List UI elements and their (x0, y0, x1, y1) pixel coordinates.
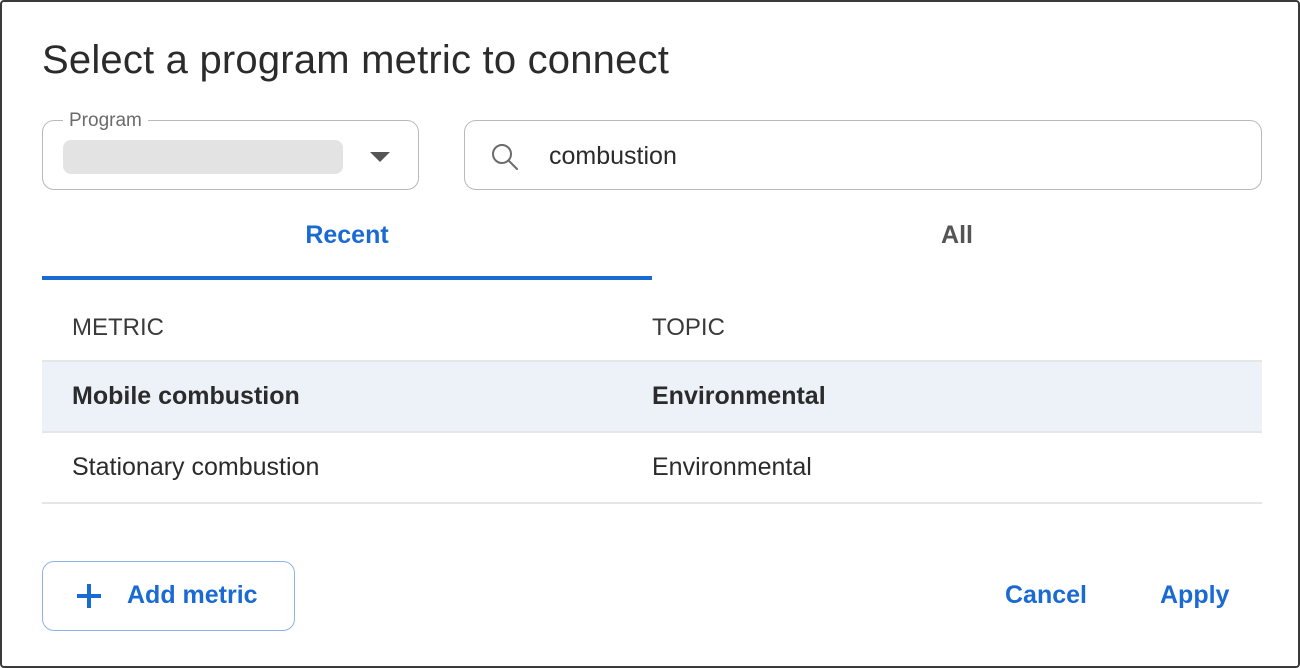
topic-cell: Environmental (652, 453, 812, 481)
tab-all[interactable]: All (652, 210, 1262, 280)
search-icon (492, 144, 518, 170)
search-input[interactable] (549, 136, 1229, 176)
metric-table: METRIC TOPIC Mobile combustion Environme… (42, 294, 1262, 504)
program-select-value (63, 140, 343, 174)
metric-column-header: METRIC (72, 314, 164, 341)
add-metric-button[interactable]: Add metric (42, 561, 295, 631)
tab-bar: Recent All (42, 210, 1262, 280)
program-select-label: Program (63, 109, 148, 133)
metric-cell: Stationary combustion (72, 453, 320, 481)
caret-down-icon[interactable] (370, 152, 390, 162)
add-metric-label: Add metric (127, 581, 258, 609)
topic-cell: Environmental (652, 382, 826, 410)
search-field[interactable] (464, 120, 1262, 190)
table-row[interactable]: Stationary combustion Environmental (42, 433, 1262, 504)
program-select[interactable]: Program (42, 109, 419, 190)
connect-metric-dialog: Select a program metric to connect Progr… (0, 0, 1300, 668)
table-header: METRIC TOPIC (42, 294, 1262, 362)
dialog-title: Select a program metric to connect (42, 38, 670, 82)
topic-column-header: TOPIC (652, 314, 725, 341)
table-row[interactable]: Mobile combustion Environmental (42, 362, 1262, 433)
apply-button[interactable]: Apply (1160, 568, 1229, 622)
metric-cell: Mobile combustion (72, 382, 300, 410)
plus-icon (77, 584, 101, 608)
tab-recent[interactable]: Recent (42, 210, 652, 280)
cancel-button[interactable]: Cancel (1005, 568, 1087, 622)
